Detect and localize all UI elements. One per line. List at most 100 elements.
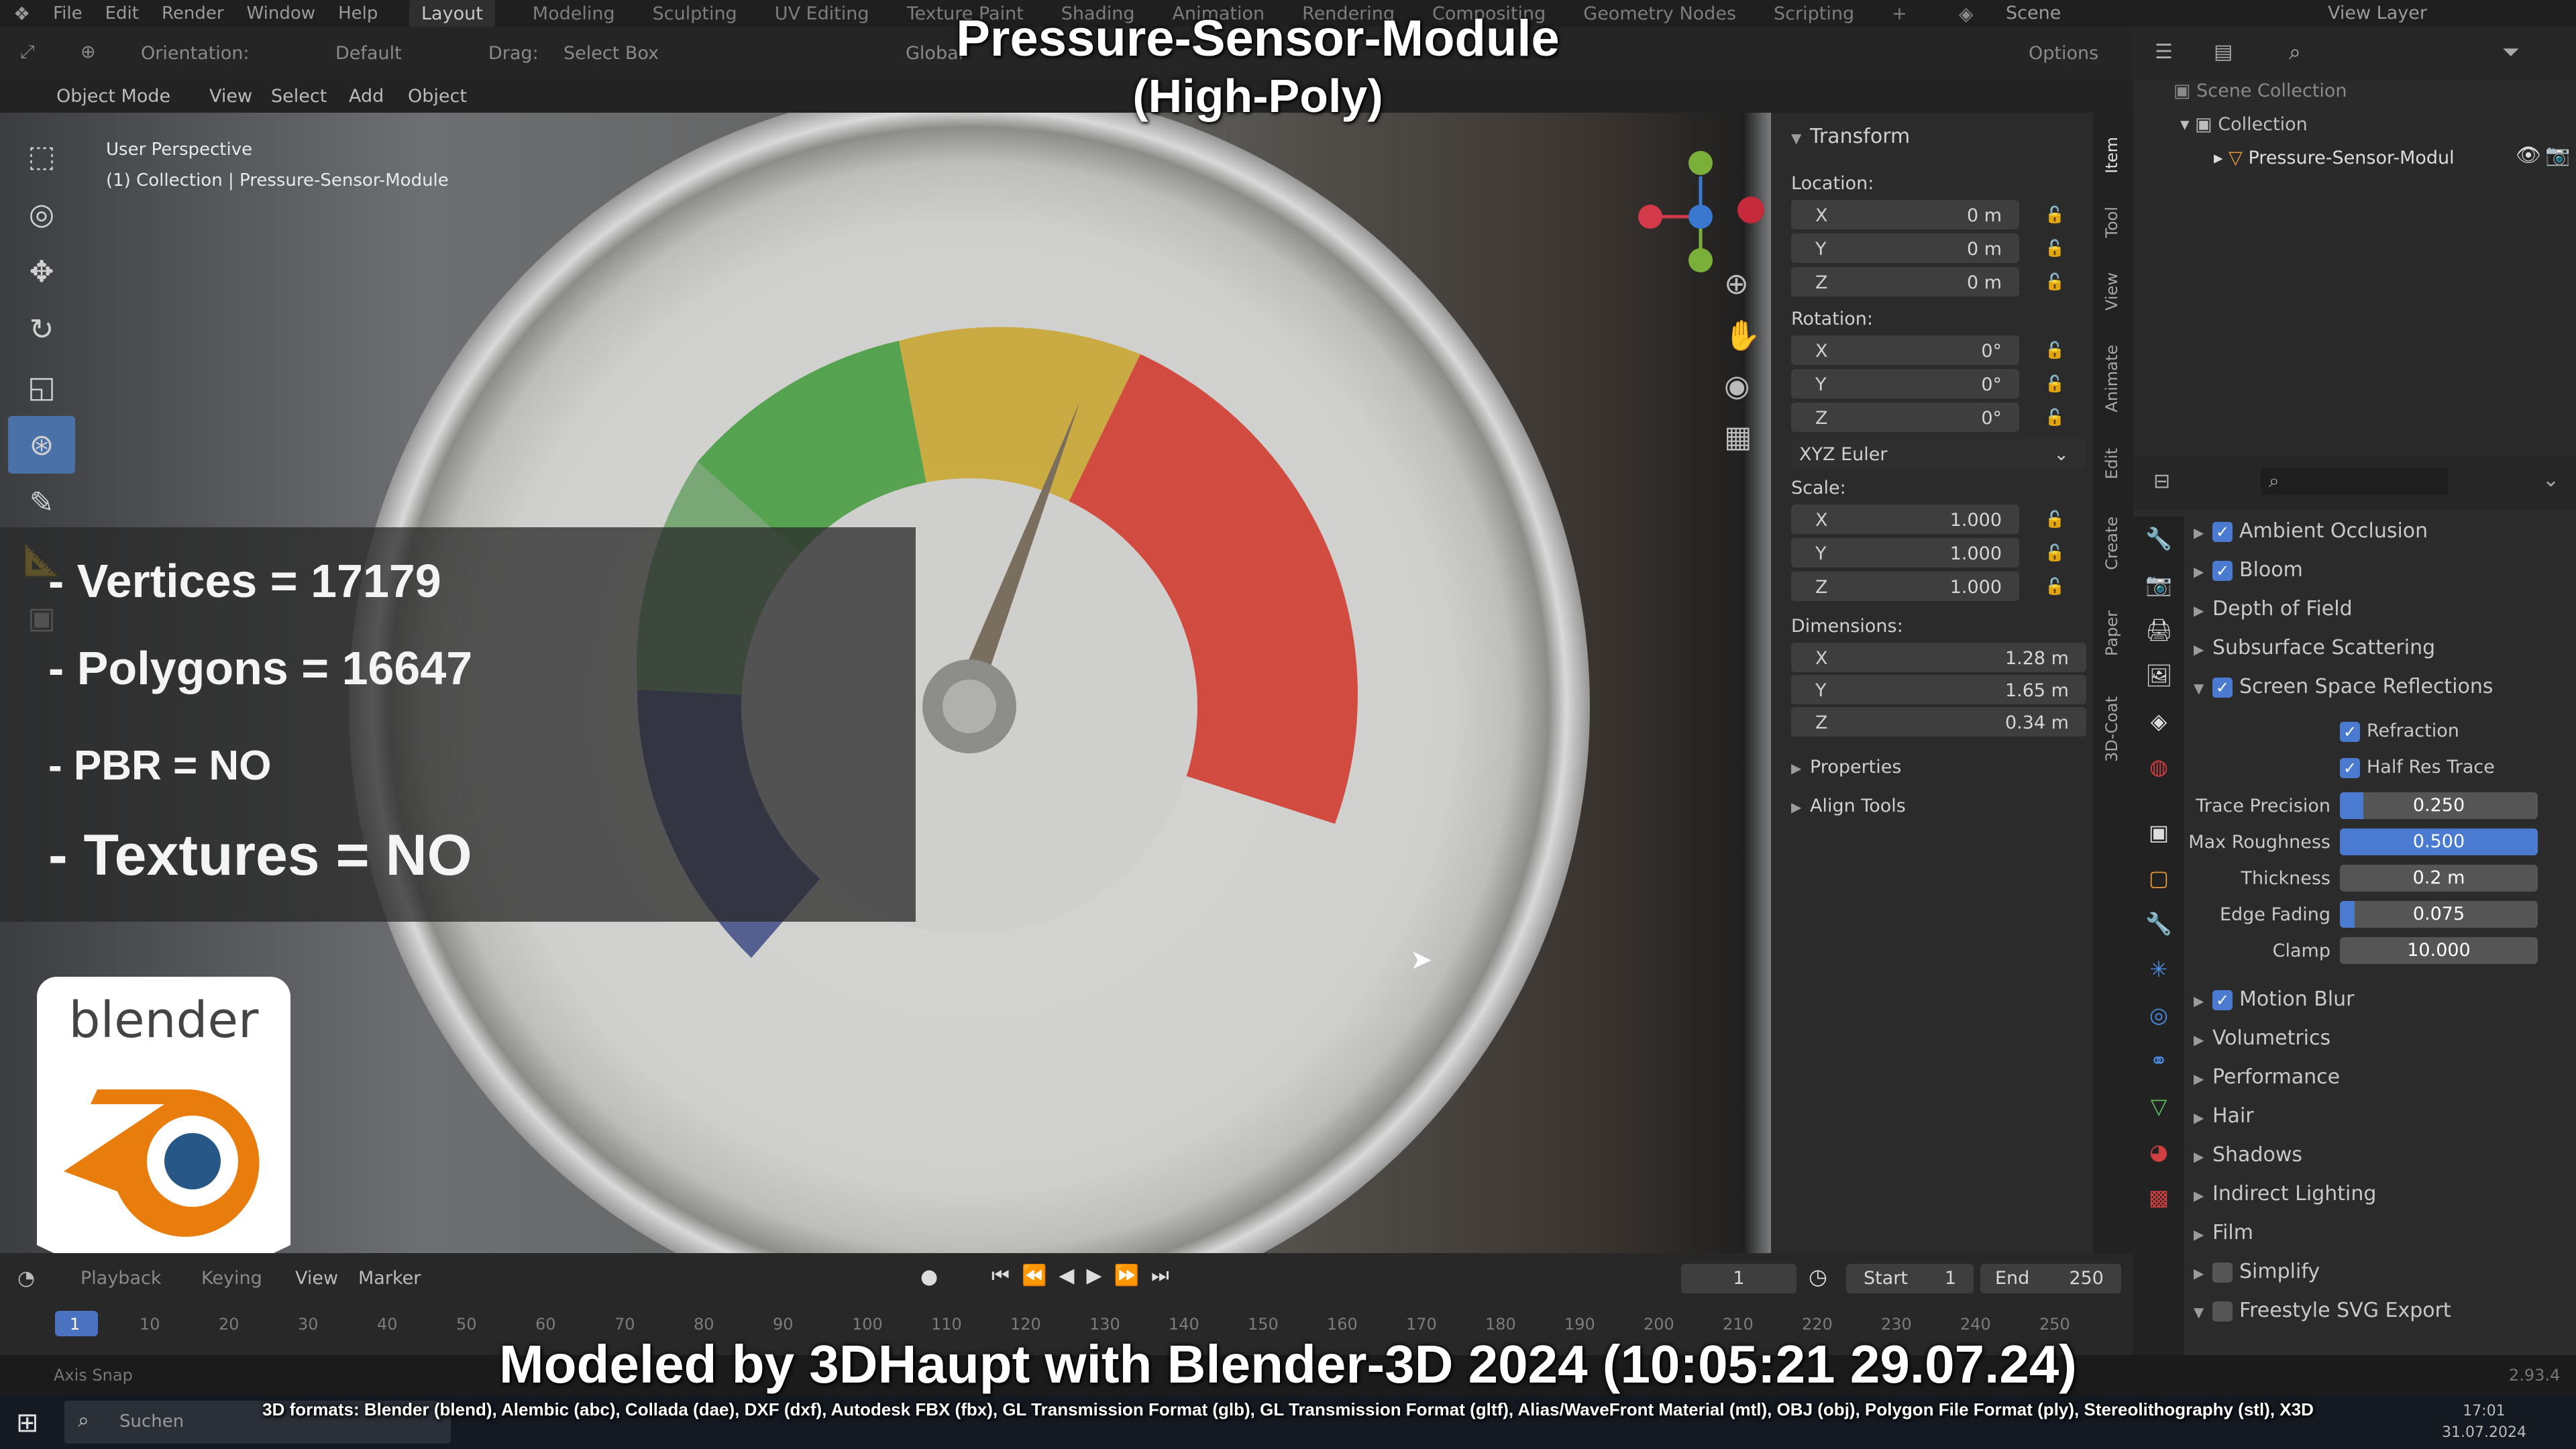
material-properties-icon[interactable]: ◕	[2145, 1139, 2172, 1166]
checkbox-icon[interactable]: ✓	[2340, 721, 2360, 742]
select-menu[interactable]: Select	[271, 86, 327, 107]
view-layer-name[interactable]: View Layer	[2328, 3, 2427, 23]
lock-icon[interactable]: 🔓	[2045, 341, 2065, 360]
properties-search-field[interactable]: ⌕	[2261, 468, 2449, 495]
cursor-tool-icon[interactable]: ◎	[8, 185, 75, 243]
editor-type-icon[interactable]: ◔	[17, 1267, 35, 1290]
render-properties-icon[interactable]: 📷	[2145, 572, 2172, 598]
display-mode-icon[interactable]: ▤	[2214, 40, 2233, 64]
ambient-occlusion-panel[interactable]: ▶ ✓ Ambient Occlusion	[2194, 519, 2428, 543]
subsurface-scattering-panel[interactable]: ▶ Subsurface Scattering	[2194, 636, 2435, 659]
location-x-field[interactable]: X0 m	[1791, 200, 2019, 229]
tab-animate[interactable]: Animate	[2102, 345, 2121, 413]
transform-icon[interactable]: ⤢	[20, 42, 35, 63]
clamp-field[interactable]: 10.000	[2340, 937, 2538, 964]
next-keyframe-icon[interactable]: ⏩	[1114, 1264, 1151, 1287]
half-res-trace-checkbox[interactable]: ✓ Half Res Trace	[2340, 757, 2495, 778]
object-properties-icon[interactable]: ▢	[2145, 865, 2172, 892]
blender-menu-icon[interactable]: ❖	[13, 3, 30, 25]
indirect-lighting-panel[interactable]: ▶ Indirect Lighting	[2194, 1182, 2376, 1205]
tab-layout[interactable]: Layout	[409, 0, 495, 28]
zoom-icon[interactable]: ⊕	[1724, 267, 1761, 318]
render-camera-icon[interactable]: 📷	[2545, 144, 2570, 167]
tab-3d-coat[interactable]: 3D-Coat	[2102, 696, 2121, 762]
physics-properties-icon[interactable]: ◎	[2145, 1002, 2172, 1029]
location-y-field[interactable]: Y0 m	[1791, 233, 2019, 263]
data-properties-icon[interactable]: ▽	[2145, 1093, 2172, 1120]
tab-paper[interactable]: Paper	[2102, 610, 2121, 656]
rotate-tool-icon[interactable]: ↻	[8, 301, 75, 358]
rotation-z-field[interactable]: Z 0°	[1791, 402, 2019, 432]
marker-menu[interactable]: Marker	[358, 1268, 421, 1289]
lock-icon[interactable]: 🔓	[2045, 205, 2065, 224]
checkbox-icon[interactable]: ✓	[2212, 677, 2233, 698]
checkbox-icon[interactable]: ✓	[2212, 521, 2233, 542]
annotate-tool-icon[interactable]: ✎	[8, 474, 75, 531]
add-workspace-icon[interactable]: +	[1892, 3, 1907, 24]
tab-uv-editing[interactable]: UV Editing	[775, 3, 869, 24]
lock-icon[interactable]: 🔓	[2045, 374, 2065, 393]
tab-item[interactable]: Item	[2102, 137, 2121, 174]
tool-properties-icon[interactable]: 🔧	[2145, 526, 2172, 553]
camera-icon[interactable]: ◉	[1724, 369, 1761, 420]
particles-properties-icon[interactable]: ✳	[2145, 957, 2172, 983]
output-properties-icon[interactable]: 🖨	[2145, 617, 2173, 644]
volumetrics-panel[interactable]: ▶ Volumetrics	[2194, 1026, 2330, 1050]
menu-edit[interactable]: Edit	[105, 3, 139, 23]
checkbox-icon[interactable]: ✓	[2212, 989, 2233, 1010]
filter-icon[interactable]: ⏷	[2502, 39, 2520, 65]
add-menu[interactable]: Add	[349, 86, 384, 107]
film-panel[interactable]: ▶ Film	[2194, 1221, 2253, 1244]
lock-icon[interactable]: 🔓	[2045, 408, 2065, 427]
visibility-eye-icon[interactable]: 👁	[2516, 144, 2541, 167]
tab-tool[interactable]: Tool	[2102, 207, 2121, 238]
properties-subpanel[interactable]: ▶ Properties	[1791, 757, 1901, 777]
orientation-dropdown[interactable]: Default	[335, 43, 402, 64]
motion-blur-panel[interactable]: ▶ ✓ Motion Blur	[2194, 987, 2355, 1011]
move-tool-icon[interactable]: ✥	[8, 243, 75, 301]
checkbox-icon[interactable]	[2212, 1262, 2233, 1283]
play-reverse-icon[interactable]: ◀	[1059, 1264, 1086, 1287]
tab-edit[interactable]: Edit	[2102, 448, 2121, 479]
start-frame-field[interactable]: Start 1	[1846, 1264, 1974, 1293]
current-frame-field[interactable]: 1	[1681, 1264, 1796, 1293]
scene-collection-row[interactable]: ▣ Scene Collection	[2174, 80, 2347, 101]
world-properties-icon[interactable]: ◍	[2145, 754, 2172, 781]
grid-icon[interactable]: ▦	[1724, 420, 1761, 471]
prev-keyframe-icon[interactable]: ⏪	[1022, 1264, 1059, 1287]
editor-type-icon[interactable]: ⊟	[2153, 470, 2170, 493]
performance-panel[interactable]: ▶ Performance	[2194, 1065, 2340, 1089]
rotation-mode-dropdown[interactable]: XYZ Euler ⌄	[1791, 439, 2086, 468]
screen-space-reflections-panel[interactable]: ▼ ✓ Screen Space Reflections	[2194, 675, 2493, 698]
menu-render[interactable]: Render	[162, 3, 224, 23]
end-frame-field[interactable]: End 250	[1980, 1264, 2121, 1293]
lock-icon[interactable]: 🔓	[2045, 239, 2065, 258]
tab-scripting[interactable]: Scripting	[1774, 3, 1854, 24]
collection-row[interactable]: ▾ ▣ Collection	[2180, 114, 2308, 135]
select-box-tool-icon[interactable]: ⬚	[8, 127, 75, 185]
pan-hand-icon[interactable]: ✋	[1724, 318, 1761, 369]
jump-end-icon[interactable]: ⏭	[1151, 1264, 1181, 1287]
checkbox-icon[interactable]: ✓	[2212, 560, 2233, 581]
depth-of-field-panel[interactable]: ▶ Depth of Field	[2194, 597, 2353, 621]
transform-header[interactable]: ▼ Transform	[1791, 125, 1910, 148]
scale-x-field[interactable]: X 1.000	[1791, 504, 2019, 534]
mode-dropdown[interactable]: Object Mode	[56, 86, 170, 107]
navigation-gizmo[interactable]	[1623, 126, 1778, 280]
object-row[interactable]: ▸ ▽ Pressure-Sensor-Modul	[2214, 148, 2455, 168]
record-icon[interactable]: ●	[920, 1265, 938, 1289]
refraction-checkbox[interactable]: ✓ Refraction	[2340, 720, 2459, 742]
menu-file[interactable]: File	[53, 3, 83, 23]
drag-dropdown[interactable]: Select Box	[564, 43, 659, 64]
rotation-x-field[interactable]: X 0°	[1791, 335, 2019, 365]
view-menu[interactable]: View	[209, 86, 252, 107]
thickness-field[interactable]: 0.2 m	[2340, 865, 2538, 892]
bloom-panel[interactable]: ▶ ✓ Bloom	[2194, 558, 2303, 582]
rotation-y-field[interactable]: Y 0°	[1791, 369, 2019, 398]
editor-type-icon[interactable]: ☰	[2155, 40, 2173, 64]
play-icon[interactable]: ▶	[1086, 1264, 1114, 1287]
collection-properties-icon[interactable]: ▣	[2145, 820, 2172, 847]
hair-panel[interactable]: ▶ Hair	[2194, 1104, 2254, 1128]
lock-icon[interactable]: 🔓	[2045, 272, 2065, 291]
checkbox-icon[interactable]: ✓	[2340, 757, 2360, 778]
